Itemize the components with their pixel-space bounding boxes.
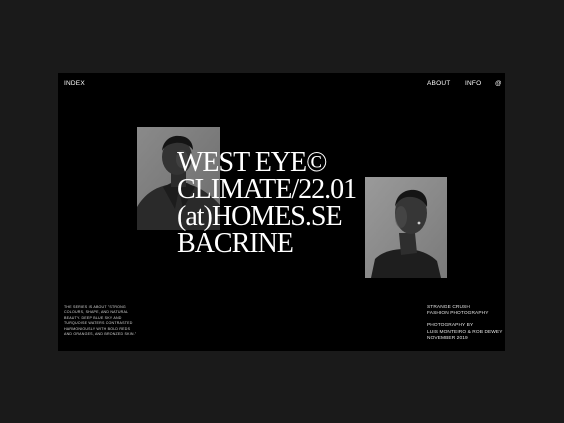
- nav-info-link[interactable]: INFO: [465, 80, 481, 87]
- headline-line-3: (at)HOMES.SE: [177, 201, 343, 232]
- headline: WEST EYE© CLIMATE/22.01 (at)HOMES.SE BAC…: [177, 147, 407, 259]
- credits-date: NOVEMBER 2019: [427, 335, 468, 341]
- series-description: THE SERIES IS ABOUT "STRONG COLOURS, SHA…: [64, 305, 137, 337]
- nav-contact-link[interactable]: @: [495, 80, 502, 87]
- nav-about-link[interactable]: ABOUT: [427, 80, 450, 87]
- site-frame: INDEX ABOUT INFO @ WEST EYE© CLIMATE/22.…: [58, 73, 505, 351]
- headline-line-2: CLIMATE/22.01: [177, 174, 357, 205]
- headline-line-4: BACRINE: [177, 228, 294, 259]
- headline-line-1: WEST EYE©: [177, 147, 327, 178]
- nav-index-link[interactable]: INDEX: [64, 80, 85, 87]
- credits-authors: LUIS MONTEIRO & ROB DEWEY: [427, 329, 503, 335]
- credits-block: STRANGE CRUSH FASHION PHOTOGRAPHY PHOTOG…: [427, 305, 503, 342]
